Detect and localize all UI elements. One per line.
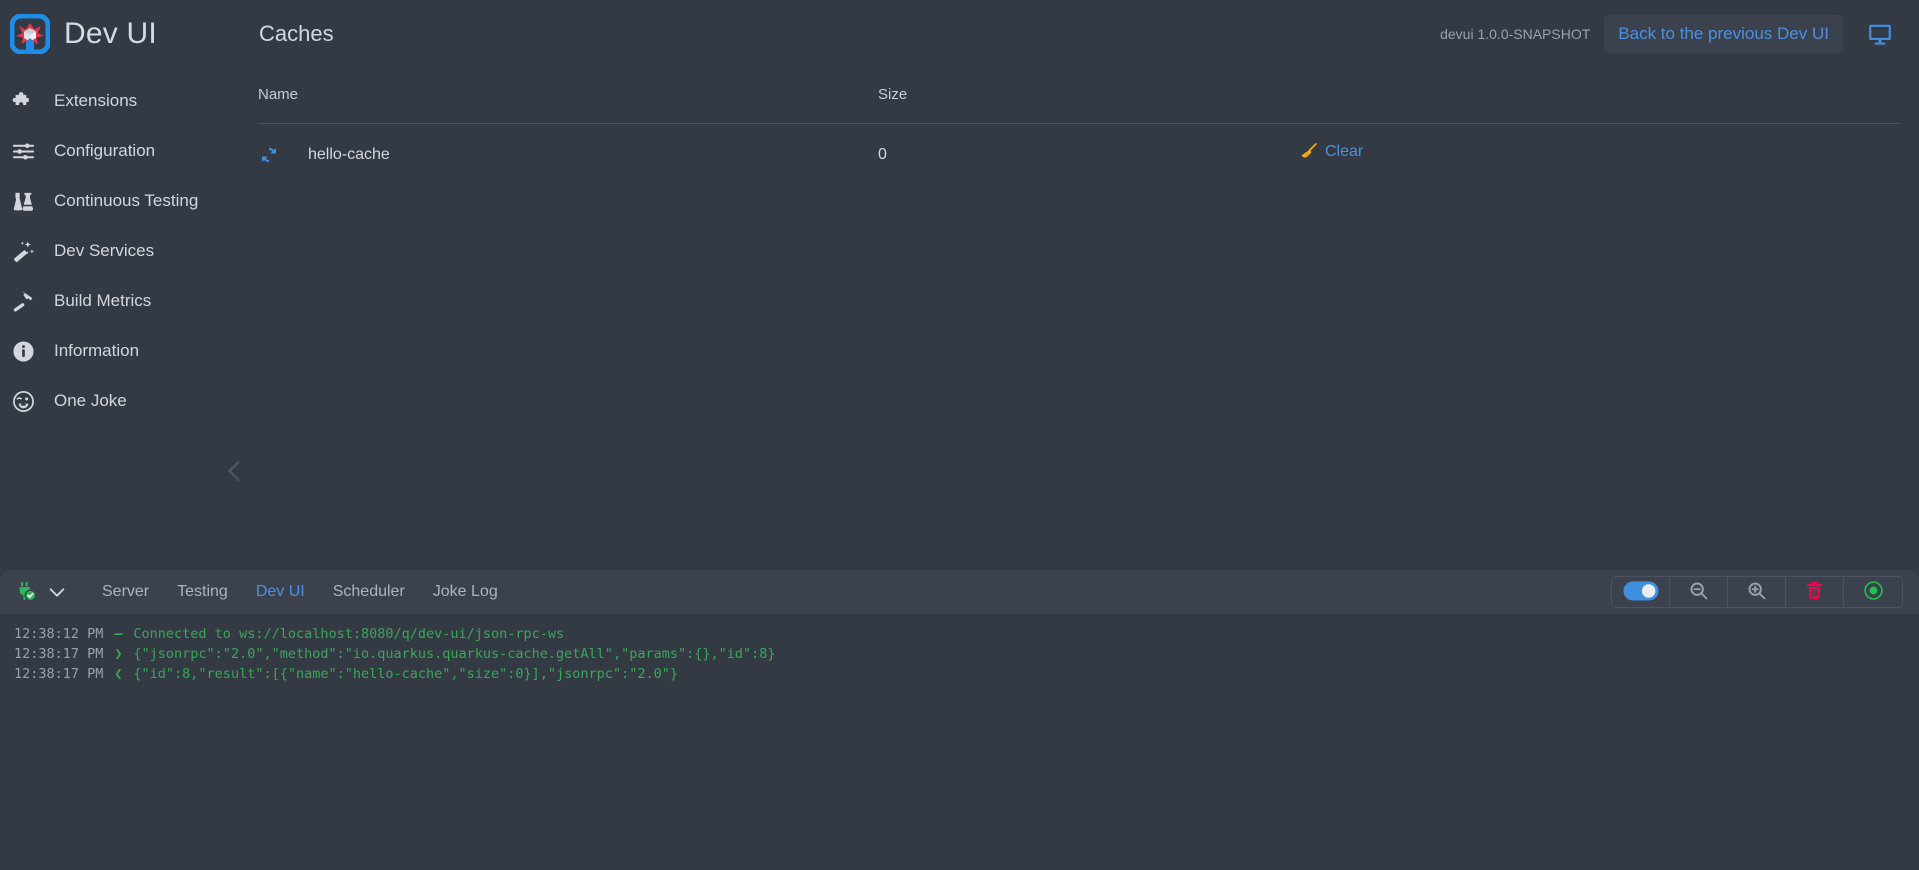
monitor-icon[interactable] xyxy=(1865,19,1895,49)
sidebar-item-build-metrics[interactable]: Build Metrics xyxy=(0,276,258,326)
column-header-actions xyxy=(1298,68,1901,124)
clear-log-button[interactable] xyxy=(1786,577,1844,607)
log-direction-icon: ❯ xyxy=(114,646,123,662)
cache-size-cell: 0 xyxy=(878,145,887,163)
sidebar-item-configuration[interactable]: Configuration xyxy=(0,126,258,176)
sidebar-item-one-joke[interactable]: One Joke xyxy=(0,376,258,426)
sidebar-item-label: Build Metrics xyxy=(54,291,152,310)
tab-scheduler[interactable]: Scheduler xyxy=(319,583,419,601)
chevron-left-icon xyxy=(222,458,248,489)
clear-cache-button[interactable]: Clear xyxy=(1298,142,1363,162)
tab-server[interactable]: Server xyxy=(88,583,163,601)
plug-connected-icon[interactable] xyxy=(14,580,38,604)
trash-icon xyxy=(1804,580,1825,604)
clear-label: Clear xyxy=(1325,143,1364,160)
sidebar-item-label: One Joke xyxy=(54,391,127,410)
sidebar-item-continuous-testing[interactable]: Continuous Testing xyxy=(0,176,258,226)
sidebar-item-extensions[interactable]: Extensions xyxy=(0,76,258,126)
log-tabs: Server Testing Dev UI Scheduler Joke Log xyxy=(88,583,512,601)
page-title: Caches xyxy=(259,21,334,46)
log-message: {"jsonrpc":"2.0","method":"io.quarkus.qu… xyxy=(133,646,776,662)
puzzle-icon xyxy=(10,88,36,114)
log-panel-header: Server Testing Dev UI Scheduler Joke Log xyxy=(0,570,1919,614)
header-actions: devui 1.0.0-SNAPSHOT Back to the previou… xyxy=(1440,15,1919,53)
log-line: 12:38:17 PM ❯ {"jsonrpc":"2.0","method":… xyxy=(14,644,1919,664)
sidebar-item-information[interactable]: Information xyxy=(0,326,258,376)
zoom-in-icon xyxy=(1746,580,1767,604)
log-line: 12:38:12 PM — Connected to ws://localhos… xyxy=(14,624,1919,644)
refresh-icon[interactable] xyxy=(258,144,280,166)
log-timestamp: 12:38:17 PM xyxy=(14,646,104,662)
log-timestamp: 12:38:17 PM xyxy=(14,666,104,682)
log-toolbar xyxy=(1611,576,1903,608)
broom-icon xyxy=(1298,142,1318,162)
toggle-on-icon xyxy=(1622,581,1659,604)
caches-main: Name Size hello-cache 0 Clear xyxy=(258,68,1919,550)
quarkus-logo-icon xyxy=(9,13,51,55)
log-panel: Server Testing Dev UI Scheduler Joke Log xyxy=(0,570,1919,870)
devui-version-label: devui 1.0.0-SNAPSHOT xyxy=(1440,26,1591,42)
column-header-name: Name xyxy=(258,68,878,124)
log-direction-icon: ❮ xyxy=(114,666,123,682)
zoom-out-button[interactable] xyxy=(1670,577,1728,607)
sidebar-item-label: Dev Services xyxy=(54,241,155,260)
cache-name-label: hello-cache xyxy=(308,145,390,163)
sidebar-item-label: Extensions xyxy=(54,91,138,110)
log-line: 12:38:17 PM ❮ {"id":8,"result":[{"name":… xyxy=(14,664,1919,684)
zoom-in-button[interactable] xyxy=(1728,577,1786,607)
sliders-icon xyxy=(10,138,36,164)
log-output[interactable]: 12:38:12 PM — Connected to ws://localhos… xyxy=(0,614,1919,870)
tab-testing[interactable]: Testing xyxy=(163,583,242,601)
sidebar-item-label: Continuous Testing xyxy=(54,191,199,210)
log-direction-icon: — xyxy=(114,626,123,642)
log-message: Connected to ws://localhost:8080/q/dev-u… xyxy=(133,626,565,642)
record-button[interactable] xyxy=(1844,577,1902,607)
table-row: hello-cache 0 Clear xyxy=(258,124,1901,186)
table-header-row: Name Size xyxy=(258,68,1901,124)
sidebar-item-label: Information xyxy=(54,341,140,360)
joke-face-icon xyxy=(10,388,36,414)
log-message: {"id":8,"result":[{"name":"hello-cache",… xyxy=(133,666,678,682)
back-to-previous-devui-button[interactable]: Back to the previous Dev UI xyxy=(1604,15,1843,53)
zoom-out-icon xyxy=(1688,580,1709,604)
cache-name-cell: hello-cache xyxy=(258,124,878,186)
tab-dev-ui[interactable]: Dev UI xyxy=(242,583,319,601)
hammer-icon xyxy=(10,288,36,314)
sidebar-item-dev-services[interactable]: Dev Services xyxy=(0,226,258,276)
cache-actions-cell: Clear xyxy=(1298,124,1901,186)
sidebar-collapse-button[interactable] xyxy=(222,453,248,493)
brand-name: Dev UI xyxy=(64,17,157,50)
sidebar-item-label: Configuration xyxy=(54,141,156,160)
chevron-down-icon[interactable] xyxy=(44,580,70,604)
log-timestamp: 12:38:12 PM xyxy=(14,626,104,642)
info-circle-icon xyxy=(10,338,36,364)
flask-icon xyxy=(10,188,36,214)
column-header-size: Size xyxy=(878,68,1298,124)
follow-toggle[interactable] xyxy=(1612,577,1670,607)
app-header: Dev UI Caches devui 1.0.0-SNAPSHOT Back … xyxy=(0,0,1919,68)
tab-joke-log[interactable]: Joke Log xyxy=(419,583,512,601)
magic-wand-icon xyxy=(10,238,36,264)
caches-table: Name Size hello-cache 0 Clear xyxy=(258,68,1901,185)
brand: Dev UI xyxy=(0,13,258,55)
record-circle-icon xyxy=(1863,580,1884,604)
